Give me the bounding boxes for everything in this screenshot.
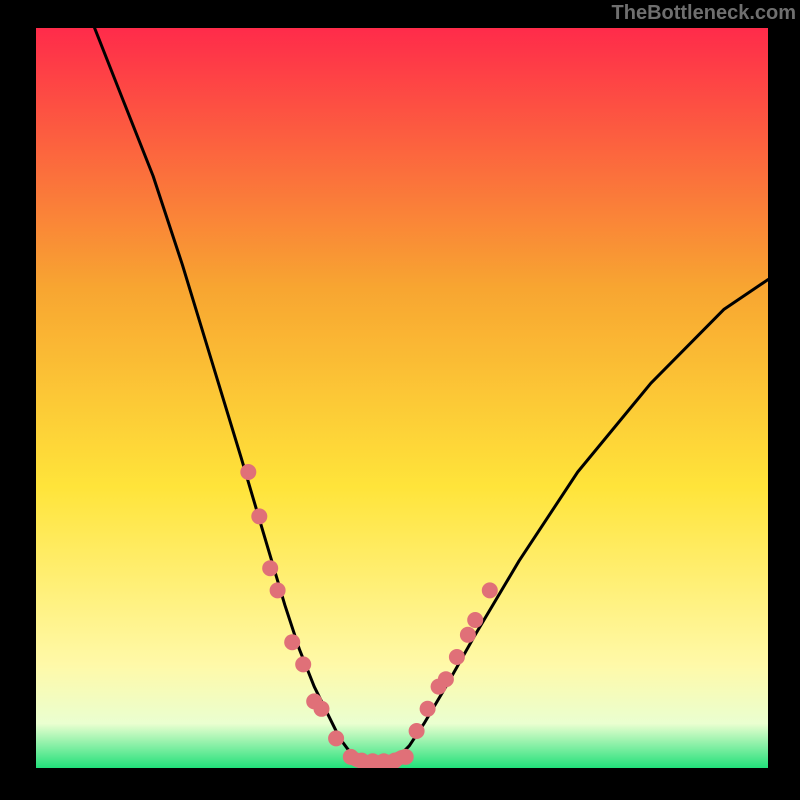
dot-right-dots: [449, 649, 465, 665]
dot-right-dots: [460, 627, 476, 643]
plot-background: [36, 28, 768, 768]
plot-svg: [36, 28, 768, 768]
dot-left-dots: [314, 701, 330, 717]
watermark-text: TheBottleneck.com: [612, 2, 796, 25]
dot-right-dots: [409, 723, 425, 739]
chart-container: TheBottleneck.com: [0, 0, 800, 800]
dot-right-dots: [482, 582, 498, 598]
dot-valley-dots: [398, 749, 414, 765]
dot-left-dots: [262, 560, 278, 576]
dot-left-dots: [240, 464, 256, 480]
dot-left-dots: [295, 656, 311, 672]
dot-left-dots: [284, 634, 300, 650]
dot-right-dots: [467, 612, 483, 628]
dot-left-dots: [328, 730, 344, 746]
dot-left-dots: [270, 582, 286, 598]
dot-right-dots: [438, 671, 454, 687]
dot-left-dots: [251, 508, 267, 524]
dot-right-dots: [420, 701, 436, 717]
